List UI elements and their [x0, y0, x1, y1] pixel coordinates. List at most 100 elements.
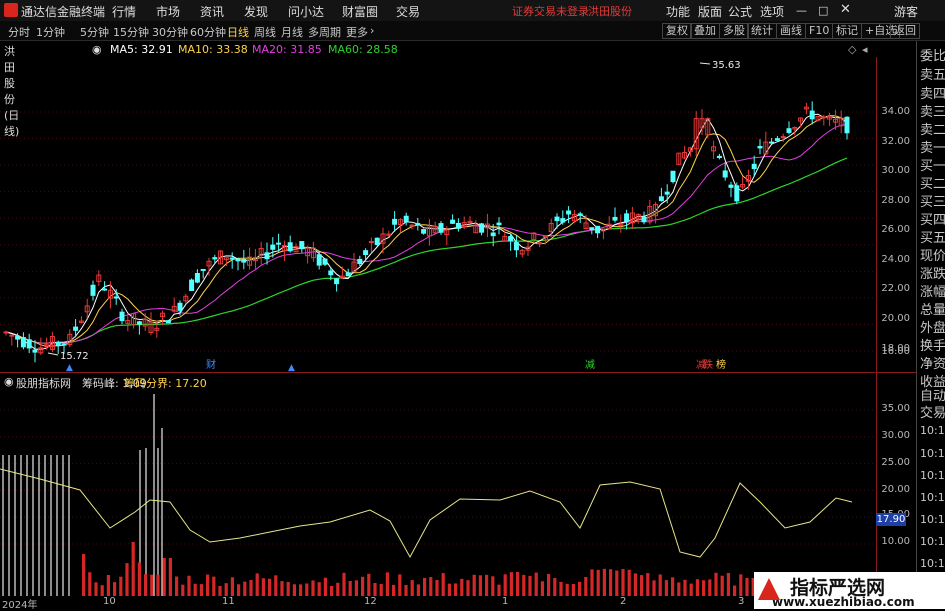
x-label: 10 — [103, 596, 116, 607]
x-label: 3 — [738, 596, 745, 607]
period-multi[interactable]: 多周期 — [308, 24, 341, 40]
menu-trade[interactable]: 交易 — [396, 3, 420, 20]
menu-market[interactable]: 市场 — [156, 3, 180, 20]
price-tick: 20.00 — [881, 313, 910, 324]
x-label: 1 — [502, 596, 509, 607]
period-toolbar: 分时 1分钟 5分钟 15分钟 30分钟 60分钟 日线 周线 月线 多周期 更… — [0, 21, 945, 41]
panel-item-change[interactable]: 涨跌 — [920, 263, 945, 282]
period-60min[interactable]: 60分钟 — [190, 24, 226, 40]
panel-divider[interactable] — [0, 372, 916, 373]
period-15min[interactable]: 15分钟 — [113, 24, 149, 40]
period-5min[interactable]: 5分钟 — [80, 24, 109, 40]
tool-restore-rights[interactable]: 复权 — [662, 23, 692, 39]
x-label: 2 — [620, 596, 627, 607]
price-tick: 28.00 — [881, 195, 910, 206]
menu-bar: 通达信金融终端 行情 市场 资讯 发现 问小达 财富圈 交易 证券交易未登录 洪… — [0, 0, 945, 22]
x-label: 11 — [222, 596, 235, 607]
panel-item-sell3[interactable]: 卖三 — [920, 101, 945, 120]
watermark-url: www.xuezhibiao.com — [772, 595, 915, 609]
tool-draw[interactable]: 画线 — [776, 23, 806, 39]
menu-formula[interactable]: 公式 — [728, 3, 752, 20]
indicator-tick: 25.00 — [881, 457, 910, 468]
menu-function[interactable]: 功能 — [666, 3, 690, 20]
panel-item-trade[interactable]: 交易 — [920, 402, 945, 421]
period-more[interactable]: 更多 — [346, 24, 368, 40]
period-weekly[interactable]: 周线 — [254, 24, 276, 40]
guest-label[interactable]: 游客 — [894, 3, 918, 20]
panel-item-sell1[interactable]: 卖一 — [920, 137, 945, 156]
finance-marker[interactable]: 财 — [206, 358, 216, 371]
menu-news[interactable]: 资讯 — [200, 3, 224, 20]
panel-item-turnover[interactable]: 换手 — [920, 335, 945, 354]
time-entry: 10:13 — [920, 491, 945, 504]
panel-item-sell4[interactable]: 卖四 — [920, 83, 945, 102]
panel-item-price[interactable]: 现价 — [920, 245, 945, 264]
indicator-toggle-icon[interactable]: ◉ — [4, 375, 14, 388]
tool-overlay[interactable]: 叠加 — [690, 23, 720, 39]
price-tick: 32.00 — [881, 136, 910, 147]
panel-item-buy1[interactable]: 买一 — [920, 155, 945, 174]
candles — [3, 101, 850, 363]
panel-item-buy4[interactable]: 买四 — [920, 209, 945, 228]
ma10-line — [5, 115, 848, 347]
reduce-marker[interactable]: 减 — [585, 359, 595, 371]
candlestick-chart[interactable]: 35.63 15.72 财 减 减 跌 榜 ▲ ▲ — [0, 57, 916, 372]
period-daily[interactable]: 日线 — [227, 24, 249, 40]
period-1min[interactable]: 1分钟 — [36, 24, 65, 40]
price-tick: 34.00 — [881, 106, 910, 117]
low-annotation: 15.72 — [60, 351, 89, 362]
trade-status[interactable]: 证券交易未登录 — [512, 3, 589, 19]
menu-discover[interactable]: 发现 — [244, 3, 268, 20]
minimize-icon[interactable]: — — [796, 4, 807, 17]
menu-market-quotes[interactable]: 行情 — [112, 3, 136, 20]
panel-item-sell2[interactable]: 卖二 — [920, 119, 945, 138]
indicator-name: 股朋指标网 — [16, 377, 71, 390]
maximize-icon[interactable]: □ — [818, 4, 828, 17]
time-entry: 10:12 — [920, 447, 945, 460]
panel-item-buy5[interactable]: 买五 — [920, 227, 945, 246]
panel-item-buy2[interactable]: 买二 — [920, 173, 945, 192]
indicator-tick: 10.00 — [881, 536, 910, 547]
price-tick: 24.00 — [881, 254, 910, 265]
period-monthly[interactable]: 月线 — [281, 24, 303, 40]
ranking-marker[interactable]: 榜 — [716, 358, 726, 371]
period-30min[interactable]: 30分钟 — [152, 24, 188, 40]
price-tick: 26.00 — [881, 224, 910, 235]
x-label: 12 — [364, 596, 377, 607]
price-axis — [876, 57, 917, 372]
indicator-chart[interactable] — [0, 390, 876, 596]
ma60-line — [5, 157, 848, 344]
menu-wealth-circle[interactable]: 财富圈 — [342, 3, 378, 20]
menu-layout[interactable]: 版面 — [698, 3, 722, 20]
arrow-icon[interactable]: ◂ — [862, 43, 868, 56]
stock-title: 洪田股份 — [588, 5, 632, 18]
price-tick: 30.00 — [881, 165, 910, 176]
panel-item-volume[interactable]: 总量 — [920, 299, 945, 318]
close-icon[interactable]: ✕ — [840, 2, 851, 17]
menu-ask-xiaoda[interactable]: 问小达 — [288, 3, 324, 20]
panel-item-buy3[interactable]: 买三 — [920, 191, 945, 210]
watermark: 指标严选网 www.xuezhibiao.com — [754, 572, 945, 609]
panel-item-outer[interactable]: 外盘 — [920, 317, 945, 336]
menu-options[interactable]: 选项 — [760, 3, 784, 20]
period-intraday[interactable]: 分时 — [8, 24, 30, 40]
price-tick: 22.00 — [881, 283, 910, 294]
time-entry: 10:13 — [920, 513, 945, 526]
panel-item-pct[interactable]: 涨幅 — [920, 281, 945, 300]
tool-multi-stock[interactable]: 多股 — [719, 23, 749, 39]
drop-marker[interactable]: 跌 — [703, 358, 713, 371]
panel-item-net-assets[interactable]: 净资 — [920, 353, 945, 372]
legend-toggle-icon[interactable]: ◉ — [92, 43, 102, 56]
indicator-grid — [0, 409, 876, 545]
tool-statistics[interactable]: 统计 — [747, 23, 777, 39]
app-title: 通达信金融终端 — [21, 5, 106, 19]
chevron-right-icon[interactable]: › — [370, 24, 374, 37]
up-triangle-icon-2: ▲ — [288, 363, 295, 372]
up-triangle-icon: ▲ — [66, 363, 73, 372]
panel-item-sell5[interactable]: 卖五 — [920, 64, 945, 83]
diamond-icon[interactable]: ◇ — [848, 43, 856, 56]
tool-back[interactable]: 返回 — [890, 23, 920, 39]
panel-item-weibi[interactable]: 委比 — [920, 45, 945, 64]
tool-f10[interactable]: F10 — [805, 23, 834, 39]
tool-mark[interactable]: 标记 — [832, 23, 862, 39]
